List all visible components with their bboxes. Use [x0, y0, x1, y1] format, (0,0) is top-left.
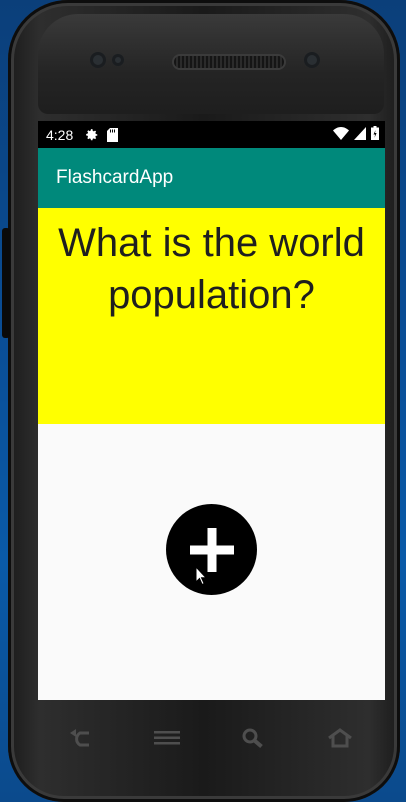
settings-icon: [85, 128, 99, 142]
back-icon: [70, 729, 89, 747]
front-camera-icon: [304, 52, 320, 68]
hardware-nav-bar: [60, 716, 360, 760]
sensor-icon: [90, 52, 106, 68]
sd-card-icon: [107, 127, 119, 142]
sensor-icon: [112, 54, 124, 66]
menu-button[interactable]: [147, 723, 187, 753]
battery-icon: [371, 126, 379, 143]
side-volume-button[interactable]: [2, 228, 10, 338]
signal-icon: [354, 126, 366, 143]
earpiece-speaker: [174, 56, 284, 68]
search-button[interactable]: [233, 723, 273, 753]
question-text: What is the world population?: [58, 221, 365, 317]
add-card-button[interactable]: [166, 504, 257, 595]
search-icon: [242, 728, 264, 748]
plus-icon: [189, 527, 234, 572]
mouse-cursor-icon: [196, 567, 208, 585]
home-button[interactable]: [320, 723, 360, 753]
app-title: FlashcardApp: [56, 167, 174, 188]
status-time: 4:28: [46, 126, 74, 143]
status-bar: 4:28: [38, 121, 385, 148]
device-screen: 4:28 FlashcardApp What is the world popu…: [38, 121, 385, 700]
home-icon: [328, 728, 352, 748]
menu-icon: [153, 731, 180, 745]
wifi-icon: [333, 126, 349, 143]
app-bar: FlashcardApp: [38, 148, 385, 208]
back-button[interactable]: [60, 723, 100, 753]
flashcard-question[interactable]: What is the world population?: [38, 208, 385, 424]
